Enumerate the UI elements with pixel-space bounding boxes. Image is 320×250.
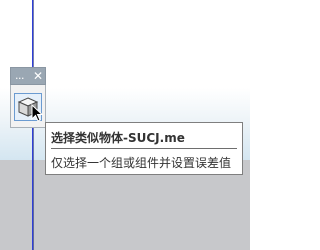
tool-tooltip: 选择类似物体-SUCJ.me 仅选择一个组或组件并设置误差值 <box>45 122 243 175</box>
toolbar-titlebar[interactable]: ... ✕ <box>10 67 46 85</box>
toolbar-close-icon[interactable]: ✕ <box>33 69 43 83</box>
toolbar-options-icon[interactable]: ... <box>15 69 25 83</box>
tooltip-title: 选择类似物体-SUCJ.me <box>51 131 185 145</box>
mouse-pointer-icon <box>31 104 43 122</box>
tooltip-divider <box>51 148 237 149</box>
tooltip-description: 仅选择一个组或组件并设置误差值 <box>51 156 232 170</box>
